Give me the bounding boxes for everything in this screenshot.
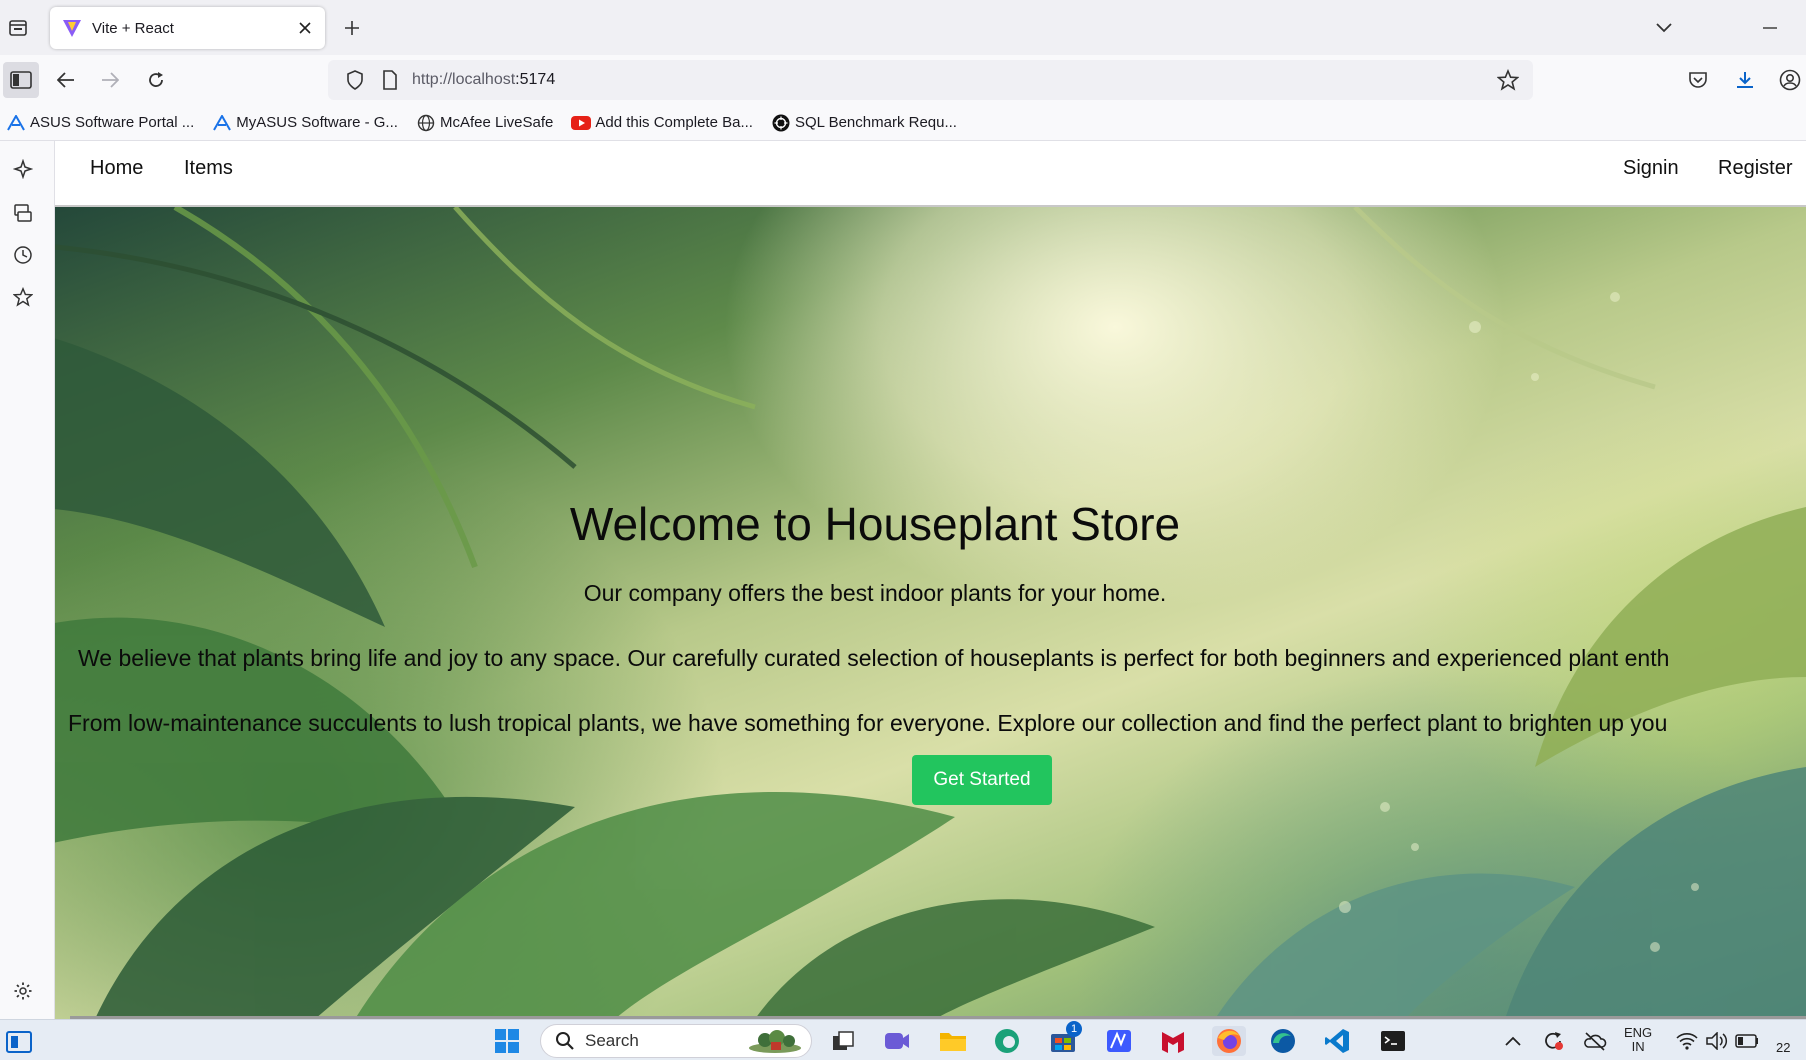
- asus-icon: [6, 113, 26, 133]
- page-info-icon[interactable]: [380, 69, 400, 91]
- chevron-down-icon[interactable]: [1650, 14, 1678, 42]
- sidebar-toggle-icon[interactable]: [3, 62, 39, 98]
- synced-tabs-icon[interactable]: [9, 199, 37, 227]
- hero-subtitle: Our company offers the best indoor plant…: [583, 580, 1167, 606]
- ai-sparkle-icon[interactable]: [9, 155, 37, 183]
- bookmarks-toolbar: ASUS Software Portal ... MyASUS Software…: [0, 105, 1806, 141]
- tab-title: Vite + React: [92, 19, 174, 37]
- language-indicator[interactable]: ENG IN: [1624, 1026, 1652, 1054]
- edge-icon[interactable]: [1266, 1026, 1300, 1056]
- task-view-icon[interactable]: [826, 1026, 860, 1056]
- bookmark-label: ASUS Software Portal ...: [30, 114, 195, 131]
- get-started-button[interactable]: Get Started: [912, 755, 1052, 805]
- url-host: http://localhost: [412, 71, 516, 88]
- firefox-icon[interactable]: [1212, 1026, 1246, 1056]
- nav-items-link[interactable]: Items: [184, 157, 233, 180]
- hero-section: Welcome to Houseplant Store Our company …: [55, 207, 1806, 1019]
- close-tab-icon[interactable]: [293, 16, 317, 40]
- bookmark-star-icon[interactable]: [1493, 65, 1523, 95]
- download-icon[interactable]: [1727, 62, 1763, 98]
- clock[interactable]: 22: [1776, 1040, 1790, 1055]
- site-navbar: Home Items Signin Register: [55, 141, 1806, 207]
- bookmark-item[interactable]: MyASUS Software - G...: [212, 113, 398, 133]
- onedrive-offline-icon[interactable]: [1578, 1026, 1612, 1056]
- wifi-icon[interactable]: [1670, 1026, 1704, 1056]
- search-highlight-icon: [747, 1028, 803, 1054]
- widgets-icon[interactable]: [2, 1026, 36, 1056]
- bookmark-label: Add this Complete Ba...: [595, 114, 753, 131]
- chevron-up-icon[interactable]: [1496, 1026, 1530, 1056]
- mcafee-icon[interactable]: [1156, 1026, 1190, 1056]
- bookmarks-star-icon[interactable]: [9, 283, 37, 311]
- pocket-icon[interactable]: [1680, 62, 1716, 98]
- new-tab-icon[interactable]: [338, 14, 366, 42]
- nav-home-link[interactable]: Home: [90, 157, 143, 180]
- bookmark-item[interactable]: McAfee LiveSafe: [416, 113, 553, 133]
- firefox-view-icon[interactable]: [4, 14, 32, 42]
- file-explorer-icon[interactable]: [936, 1026, 970, 1056]
- store-badge: 1: [1066, 1021, 1082, 1037]
- url-text[interactable]: http://localhost:5174: [412, 71, 1493, 89]
- account-icon[interactable]: [1772, 62, 1806, 98]
- back-arrow-icon[interactable]: [48, 62, 84, 98]
- globe-icon: [416, 113, 436, 133]
- tab-strip: Vite + React: [0, 0, 1806, 55]
- nav-signin-link[interactable]: Signin: [1623, 157, 1679, 180]
- search-icon: [555, 1031, 575, 1051]
- search-label: Search: [585, 1031, 639, 1050]
- url-port: :5174: [515, 71, 556, 88]
- edge-dev-icon[interactable]: [990, 1026, 1024, 1056]
- tropical-leaves-background: [55, 207, 1806, 1019]
- battery-icon[interactable]: [1730, 1026, 1764, 1056]
- page-viewport: Home Items Signin Register Welcome to Ho…: [55, 141, 1806, 1019]
- bookmark-label: SQL Benchmark Requ...: [794, 114, 957, 131]
- forward-arrow-icon[interactable]: [92, 62, 128, 98]
- bookmark-label: McAfee LiveSafe: [439, 114, 554, 131]
- terminal-icon[interactable]: [1376, 1026, 1410, 1056]
- bookmark-item[interactable]: ASUS Software Portal ...: [6, 113, 194, 133]
- hero-paragraph-1: We believe that plants bring life and jo…: [78, 645, 1670, 671]
- bookmark-item[interactable]: Add this Complete Ba...: [571, 113, 753, 133]
- teams-meet-icon[interactable]: [880, 1026, 914, 1056]
- youtube-icon: [571, 113, 592, 133]
- microsoft-store-icon[interactable]: 1: [1046, 1021, 1082, 1056]
- address-bar[interactable]: http://localhost:5174: [328, 60, 1533, 100]
- reload-icon[interactable]: [138, 62, 174, 98]
- vite-icon: [63, 20, 81, 37]
- windows-taskbar: Search 1 ENG IN 22: [0, 1019, 1806, 1060]
- windows-start-icon[interactable]: [490, 1026, 524, 1056]
- sync-icon[interactable]: [1536, 1026, 1570, 1056]
- hero-paragraph-2: From low-maintenance succulents to lush …: [68, 710, 1668, 736]
- bookmark-label: MyASUS Software - G...: [236, 114, 398, 131]
- taskbar-search[interactable]: Search: [540, 1024, 812, 1058]
- asus-icon: [212, 113, 232, 133]
- ms-app-icon[interactable]: [1102, 1026, 1136, 1056]
- vscode-icon[interactable]: [1320, 1026, 1354, 1056]
- minimize-window-icon[interactable]: [1756, 14, 1784, 42]
- browser-sidebar: [0, 141, 55, 1019]
- history-icon[interactable]: [9, 241, 37, 269]
- bookmark-item[interactable]: SQL Benchmark Requ...: [771, 113, 957, 133]
- volume-icon[interactable]: [1700, 1026, 1734, 1056]
- navigation-toolbar: http://localhost:5174: [0, 55, 1806, 105]
- language-code: ENG: [1624, 1025, 1653, 1040]
- region-code: IN: [1631, 1039, 1645, 1054]
- browser-tab[interactable]: Vite + React: [50, 7, 325, 49]
- hero-title: Welcome to Houseplant Store: [569, 498, 1181, 550]
- shield-icon[interactable]: [344, 69, 366, 91]
- settings-gear-icon[interactable]: [9, 977, 37, 1005]
- nav-register-link[interactable]: Register: [1718, 157, 1792, 180]
- openai-icon: [771, 113, 791, 133]
